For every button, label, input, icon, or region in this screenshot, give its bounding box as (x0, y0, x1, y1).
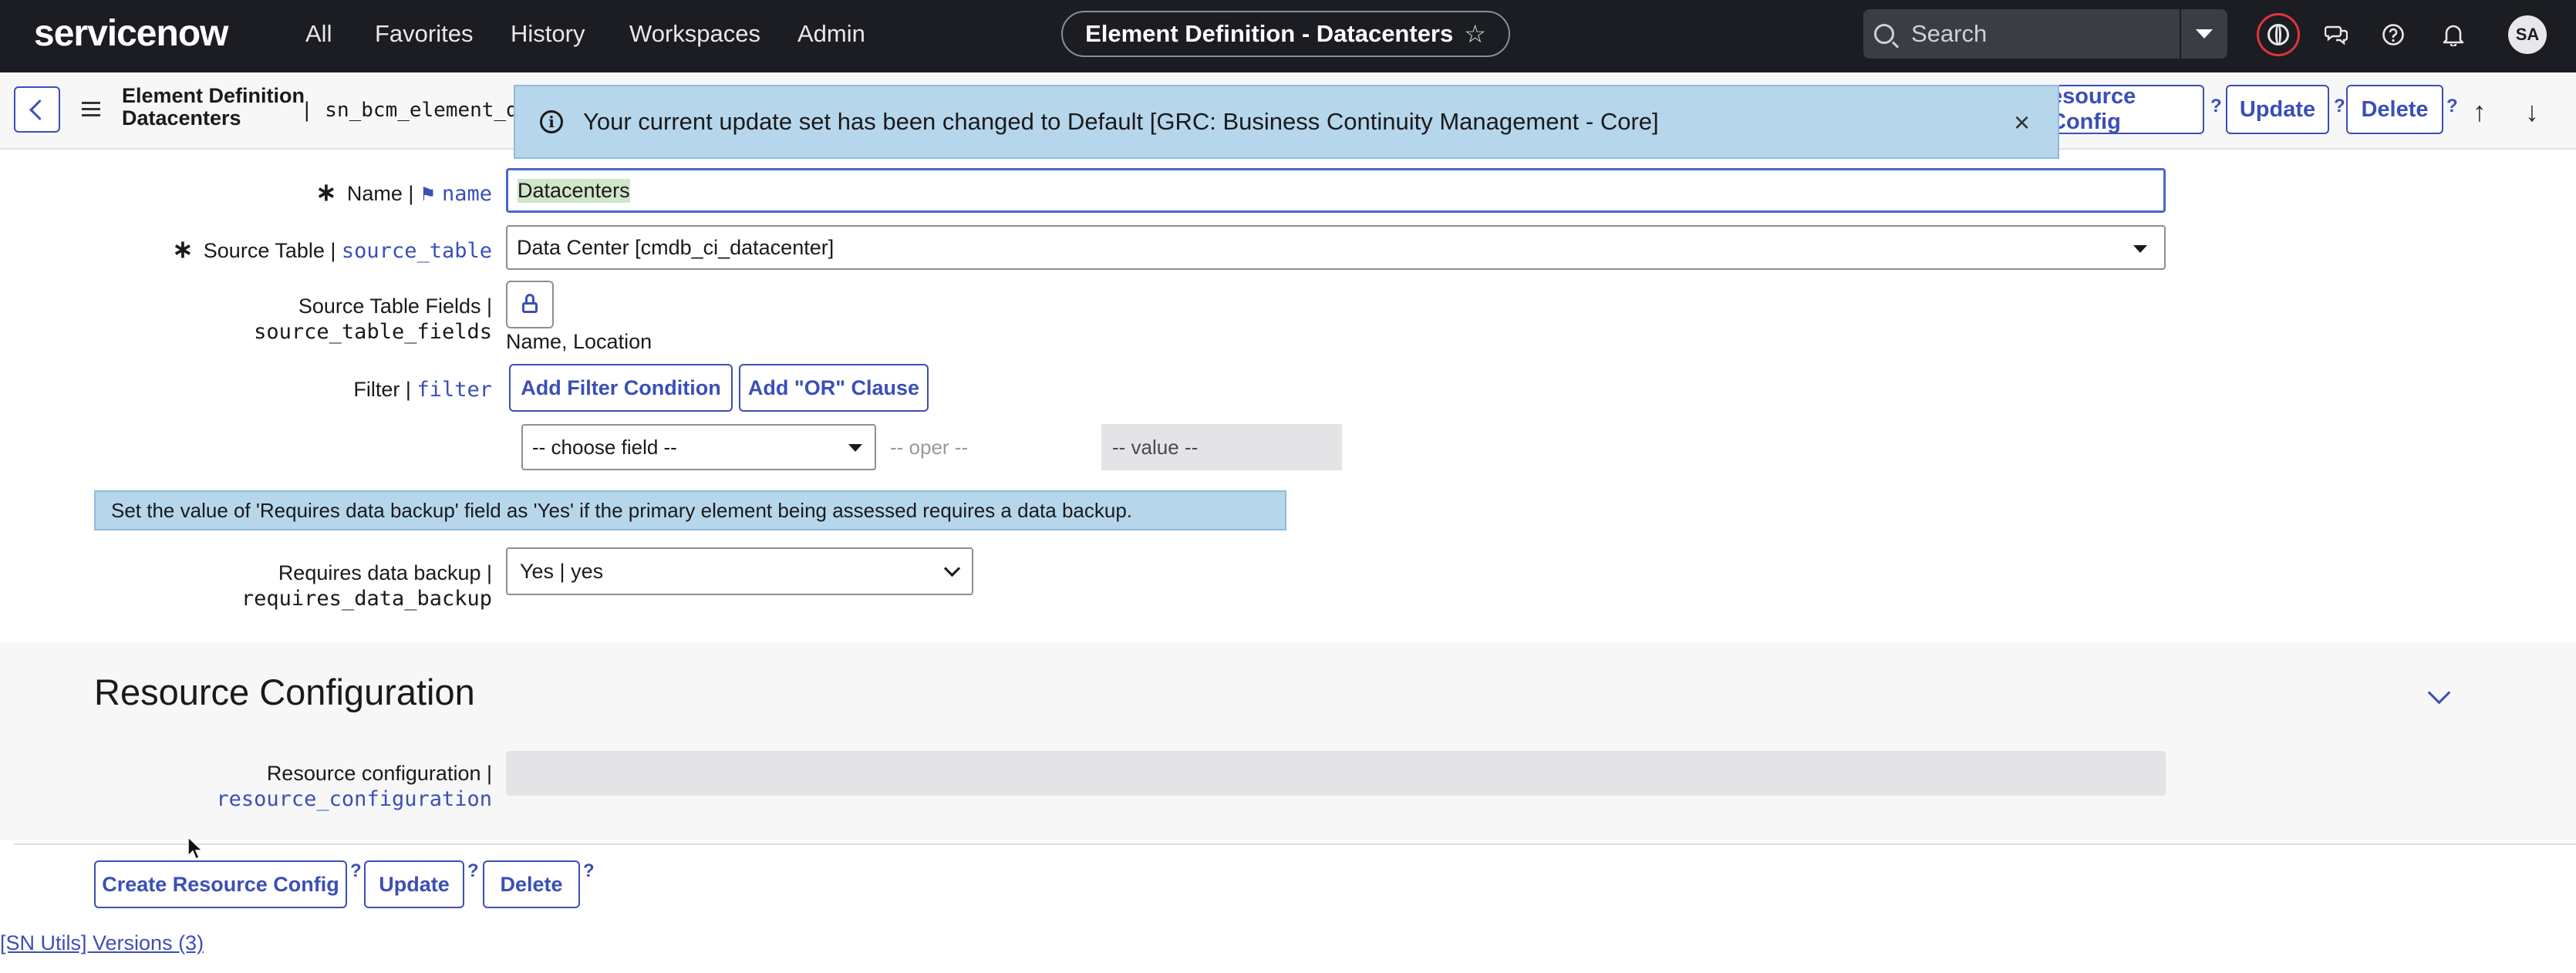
filter-label: Filter | filter (353, 378, 492, 402)
nav-workspaces[interactable]: Workspaces (629, 20, 760, 48)
section-heading: Resource Configuration (94, 672, 475, 712)
sn-utils-versions-link[interactable]: [SN Utils] Versions (3) (0, 931, 204, 955)
update-set-notification: i Your current update set has been chang… (514, 85, 2059, 159)
servicenow-logo[interactable]: servicenow (34, 12, 228, 55)
close-icon[interactable]: × (2014, 106, 2030, 139)
help-mark-update-footer[interactable]: ? (467, 860, 479, 882)
help-mark-delete[interactable]: ? (2446, 96, 2458, 117)
avatar[interactable]: SA (2508, 15, 2547, 54)
lock-icon (522, 294, 538, 313)
divider (14, 843, 2576, 845)
delete-button[interactable]: Delete (483, 860, 580, 908)
record-type: Element Definition (122, 84, 305, 107)
requires-data-backup-label: Requires data backup | requires_data_bac… (241, 561, 492, 611)
header-update-button[interactable]: Update (2226, 85, 2329, 134)
resource-configuration-label: Resource configuration | resource_config… (216, 762, 492, 811)
next-record-arrow-icon[interactable]: ↓ (2525, 96, 2539, 128)
update-button[interactable]: Update (364, 860, 464, 908)
name-input[interactable]: Datacenters (506, 168, 2166, 213)
create-resource-config-button[interactable]: Create Resource Config (94, 860, 347, 908)
header-create-resource-config-button[interactable]: esource Config (2048, 84, 2204, 134)
name-label: ∗ Name | ⚑ name (315, 178, 492, 206)
chevron-left-icon (29, 99, 50, 120)
globe-icon[interactable] (2257, 13, 2300, 56)
field-hint-message: Set the value of 'Requires data backup' … (94, 490, 1286, 530)
caret-down-icon (2196, 29, 2213, 39)
filter-value-input[interactable]: -- value -- (1101, 424, 1342, 470)
caret-down-icon (2133, 245, 2147, 253)
source-table-fields-value: Name, Location (506, 330, 652, 353)
nav-favorites[interactable]: Favorites (375, 20, 473, 48)
context-title: Element Definition - Datacenters (1085, 20, 1454, 47)
previous-record-arrow-icon[interactable]: ↑ (2473, 96, 2487, 128)
unlock-fields-button[interactable] (506, 281, 554, 328)
menu-icon[interactable] (82, 102, 100, 120)
record-name: Datacenters (122, 106, 241, 130)
record-title: Element Definition Datacenters (122, 85, 305, 130)
help-mark-resource-config[interactable]: ? (2210, 96, 2222, 117)
search-icon (1874, 24, 1894, 44)
back-button[interactable] (14, 86, 60, 133)
global-search-input[interactable]: Search (1863, 9, 2180, 59)
flag-icon: ⚑ (419, 184, 437, 205)
chevron-down-icon (943, 560, 961, 577)
star-icon[interactable]: ☆ (1464, 19, 1486, 49)
help-mark-create[interactable]: ? (350, 860, 362, 882)
source-table-label: ∗ Source Table | source_table (172, 235, 492, 263)
source-table-fields-label: Source Table Fields | source_table_field… (254, 295, 492, 344)
filter-operator-select[interactable]: -- oper -- (884, 424, 1106, 470)
chat-icon[interactable] (2318, 17, 2354, 52)
nav-admin[interactable]: Admin (797, 20, 865, 48)
info-icon: i (540, 110, 563, 133)
help-mark-update[interactable]: ? (2334, 96, 2345, 117)
required-icon: ∗ (315, 178, 337, 206)
filter-field-select[interactable]: -- choose field -- (521, 424, 876, 470)
context-title-pill[interactable]: Element Definition - Datacenters ☆ (1061, 11, 1510, 57)
search-scope-dropdown[interactable] (2180, 9, 2227, 59)
resource-configuration-field (506, 751, 2166, 796)
nav-history[interactable]: History (511, 20, 585, 48)
required-icon: ∗ (172, 235, 194, 263)
source-table-select[interactable]: Data Center [cmdb_ci_datacenter] (506, 225, 2166, 270)
bell-icon[interactable] (2436, 17, 2471, 52)
search-placeholder: Search (1911, 20, 1988, 47)
help-mark-delete-footer[interactable]: ? (583, 860, 595, 882)
add-filter-condition-button[interactable]: Add Filter Condition (509, 364, 733, 412)
notification-message: Your current update set has been changed… (583, 108, 1659, 135)
header-delete-button[interactable]: Delete (2346, 85, 2443, 134)
caret-down-icon (848, 444, 862, 452)
requires-data-backup-select[interactable]: Yes | yes (506, 547, 973, 595)
add-or-clause-button[interactable]: Add "OR" Clause (739, 364, 929, 412)
help-icon[interactable] (2375, 17, 2411, 52)
nav-all[interactable]: All (305, 20, 332, 48)
